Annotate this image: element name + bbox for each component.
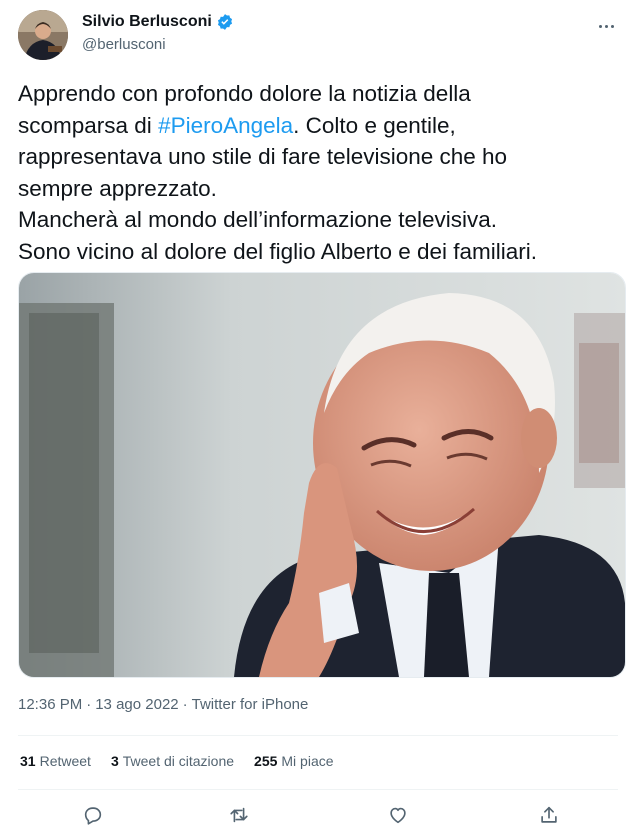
verified-badge-icon xyxy=(216,13,234,31)
tweet-meta: 12:36 PM · 13 ago 2022 · Twitter for iPhone xyxy=(18,696,308,713)
quotes-stat[interactable]: 3 Tweet di citazione xyxy=(111,753,234,769)
retweets-stat[interactable]: 31 Retweet xyxy=(20,753,91,769)
hashtag-link[interactable]: #PieroAngela xyxy=(158,113,293,138)
tweet-line: sempre apprezzato. xyxy=(18,175,217,201)
tweet-header: Silvio Berlusconi @berlusconi xyxy=(18,10,618,64)
like-icon[interactable] xyxy=(385,802,411,828)
author-name[interactable]: Silvio Berlusconi xyxy=(82,13,212,31)
likes-stat[interactable]: 255 Mi piace xyxy=(254,753,334,769)
tweet-time[interactable]: 12:36 PM xyxy=(18,696,82,713)
tweet-line: rappresentava uno stile di fare televisi… xyxy=(18,144,508,169)
tweet-line: . Colto e gentile, xyxy=(293,112,456,138)
likes-label: Mi piace xyxy=(281,753,334,769)
tweet-date[interactable]: 13 ago 2022 xyxy=(95,696,178,713)
share-icon[interactable] xyxy=(536,802,562,828)
tweet-line: Mancherà al mondo dell’informazione tele… xyxy=(18,207,497,232)
tweet-actions xyxy=(18,800,618,832)
retweets-count: 31 xyxy=(20,753,36,769)
author-handle[interactable]: @berlusconi xyxy=(82,36,166,53)
tweet-stats: 31 Retweet 3 Tweet di citazione 255 Mi piac… xyxy=(20,753,334,769)
retweet-icon[interactable] xyxy=(226,802,252,828)
meta-separator: · xyxy=(86,696,92,713)
divider xyxy=(18,789,618,790)
tweet-line: Apprendo con profondo dolore la notizia … xyxy=(18,81,471,106)
quotes-count: 3 xyxy=(110,753,119,769)
author-name-row: Silvio Berlusconi xyxy=(82,13,234,31)
divider xyxy=(18,735,618,736)
tweet-photo[interactable] xyxy=(18,272,626,678)
likes-count: 255 xyxy=(254,753,278,769)
avatar[interactable] xyxy=(18,10,68,60)
more-options-icon[interactable] xyxy=(594,16,618,36)
tweet-source[interactable]: Twitter for iPhone xyxy=(192,696,309,713)
tweet-text: Apprendo con profondo dolore la notizia … xyxy=(18,78,618,267)
tweet-line: scomparsa di xyxy=(18,112,159,138)
reply-icon[interactable] xyxy=(80,802,106,828)
tweet-line: Sono vicino al dolore del figlio Alberto… xyxy=(18,238,538,264)
quotes-label: Tweet di citazione xyxy=(122,753,235,769)
retweets-label: Retweet xyxy=(39,753,91,769)
meta-separator: · xyxy=(182,696,188,713)
